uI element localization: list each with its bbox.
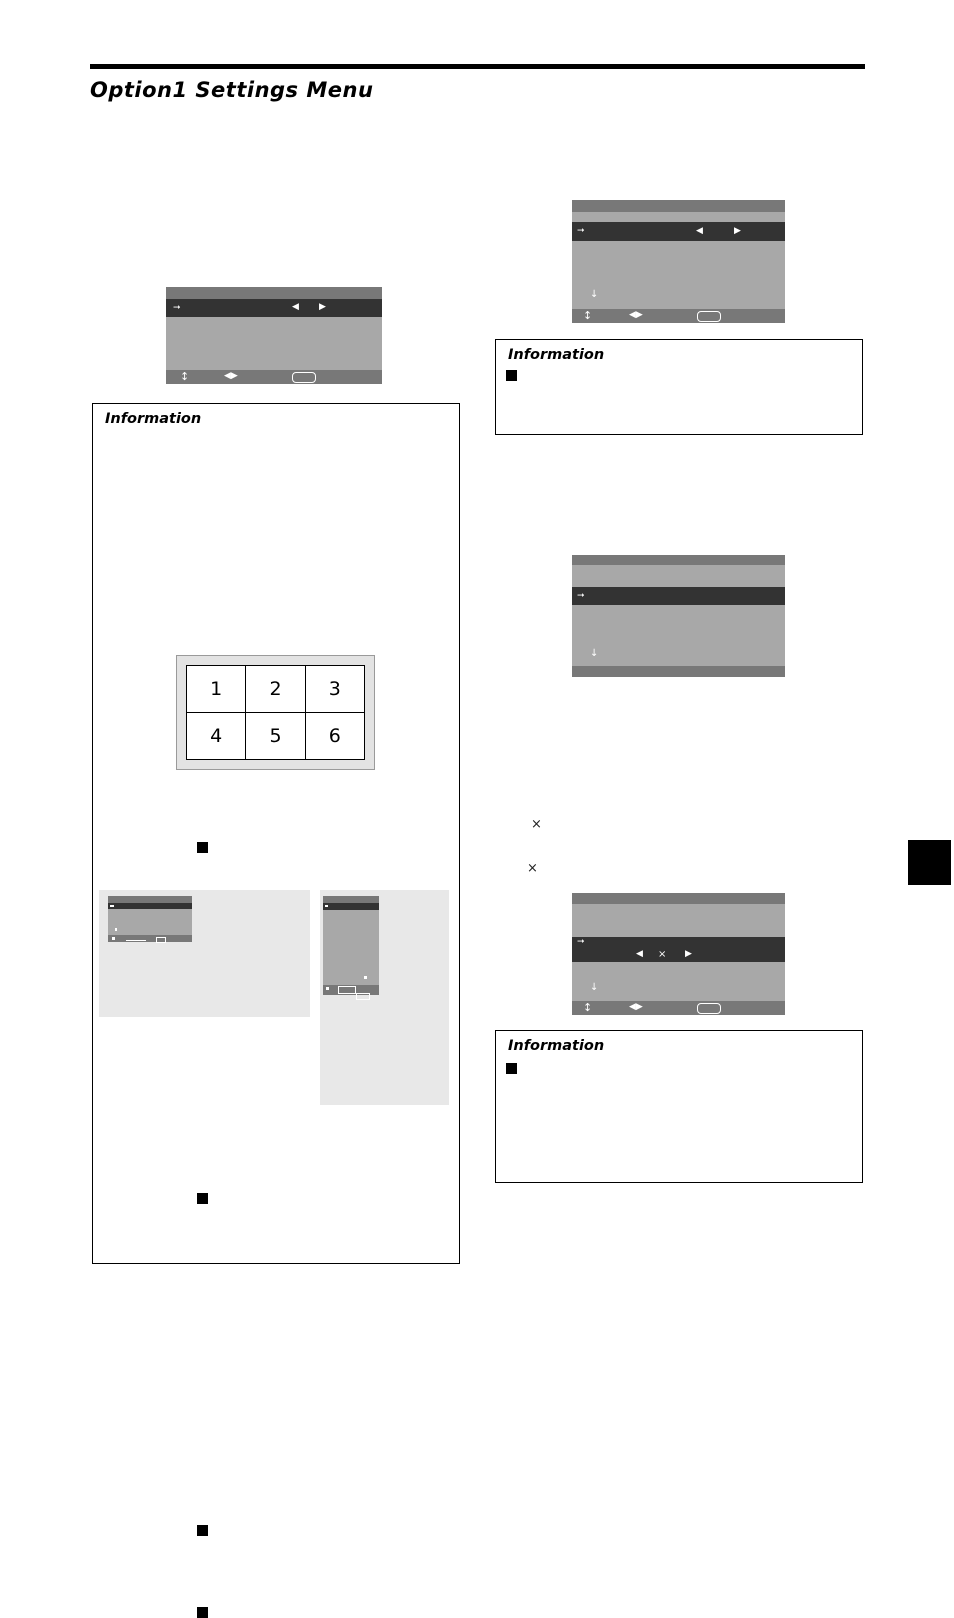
left-right-arrows-icon: ◀▶ [629,310,643,320]
left-right-arrows-icon: ◀▶ [629,1002,643,1012]
left-right-arrows-icon: ◀▶ [224,371,238,381]
mini-osd-body [323,910,379,985]
mini-button-box-icon [156,937,166,943]
osd-menu-right-top: ➞ ◀ ▶ ↓ ↕ ◀▶ [572,200,785,323]
osd-body: ↓ [572,241,785,309]
info-panel-title: Information [105,411,202,427]
multiply-mark-1: × [531,817,542,832]
mini-arrow-icon [325,905,328,907]
osd-title-bar [166,287,382,299]
osd-title-bar [572,893,785,904]
multiply-mark-2: × [527,861,538,876]
arrow-right-cursor-icon: ➞ [173,303,181,313]
mini-scroll-icon [364,976,367,979]
up-down-arrows-icon: ↕ [583,1001,593,1014]
mini-updown-icon [112,937,115,940]
header-rule [90,64,865,69]
grid-cell: 6 [305,713,364,759]
osd-body: ↓ [572,605,785,666]
button-box-icon [697,1003,721,1014]
grid-cell: 5 [246,713,305,759]
info-bullet [506,1063,517,1074]
mini-osd-footer-bar [108,935,192,943]
scroll-down-icon: ↓ [590,648,599,659]
mini-arrow-icon [110,905,114,907]
info-bullet [197,1607,208,1618]
osd-selected-row[interactable]: ➞ [572,587,785,605]
mini-osd-body [108,909,192,935]
mini-osd-title-bar [323,896,379,903]
osd-footer-bar: ↕ ◀▶ [572,1001,785,1015]
page-edge-tab [908,840,951,885]
up-down-arrows-icon: ↕ [583,309,593,322]
arrow-left-icon[interactable]: ◀ [696,227,703,236]
mini-osd-selected-row [323,903,379,910]
info-bullet [506,370,517,381]
osd-menu-left-top: ➞ ◀ ▶ ↕ ◀▶ [166,287,382,384]
split-screen-grid-diagram: 1 2 3 4 5 6 [176,655,375,770]
osd-menu-right-middle: ➞ ↓ [572,555,785,677]
osd-selected-row[interactable]: ➞ ◀ ▶ [166,299,382,317]
mini-updown-icon [326,987,329,990]
mini-osd-footer-bar [323,985,379,1000]
arrow-right-cursor-icon: ➞ [577,937,585,947]
grid-cell: 3 [305,666,364,712]
mini-button-box-icon [356,993,370,1000]
info-bullet [197,1193,208,1204]
mini-osd-title-bar [108,896,192,903]
info-panel-left: Information [92,403,460,1618]
osd-selected-row[interactable]: ➞ ◀ × ▶ [572,937,785,962]
osd-row[interactable] [572,904,785,937]
mini-scroll-icon [115,928,117,931]
arrow-left-icon[interactable]: ◀ [636,950,643,959]
arrow-right-cursor-icon: ➞ [577,226,585,236]
osd-footer-bar: ↕ ◀▶ [572,309,785,323]
osd-menu-right-bottom: ➞ ◀ × ▶ ↓ ↕ ◀▶ [572,893,785,1015]
split-screen-grid: 1 2 3 4 5 6 [186,665,365,760]
info-bullet [197,1525,208,1536]
osd-row[interactable] [572,212,785,222]
info-panel-right-top: Information [495,339,863,435]
grid-cell: 4 [187,713,246,759]
illustration-left [99,890,310,1017]
scroll-down-icon: ↓ [590,982,599,993]
osd-body: ↓ [572,962,785,1001]
osd-footer-bar: ↕ ◀▶ [166,370,382,384]
osd-row[interactable] [572,565,785,587]
osd-title-bar [572,555,785,565]
grid-cell: 2 [246,666,305,712]
multiply-icon: × [658,949,667,960]
arrow-left-icon[interactable]: ◀ [292,303,299,312]
arrow-right-icon[interactable]: ▶ [319,303,326,312]
page-title: Option1 Settings Menu [90,78,374,102]
mini-highlight-box-icon [338,986,356,994]
scroll-down-icon: ↓ [590,289,599,300]
grid-cell: 1 [187,666,246,712]
mini-underline-icon [126,939,146,941]
illustration-right-osd [323,896,379,1000]
button-box-icon [697,311,721,322]
osd-selected-row[interactable]: ➞ ◀ ▶ [572,222,785,241]
info-panel-right-bottom: Information [495,1030,863,1183]
osd-body [166,317,382,370]
osd-title-bar [572,200,785,212]
illustration-right [320,890,449,1105]
info-panel-title: Information [508,347,605,363]
up-down-arrows-icon: ↕ [180,370,190,383]
arrow-right-cursor-icon: ➞ [577,591,585,601]
arrow-right-icon[interactable]: ▶ [734,227,741,236]
osd-footer-bar [572,666,785,677]
info-panel-title: Information [508,1038,605,1054]
button-box-icon [292,372,316,383]
manual-page: Option1 Settings Menu ➞ ◀ ▶ ↕ ◀▶ Informa… [0,0,954,1618]
arrow-right-icon[interactable]: ▶ [685,950,692,959]
illustration-left-osd [108,896,192,943]
info-bullet [197,842,208,853]
